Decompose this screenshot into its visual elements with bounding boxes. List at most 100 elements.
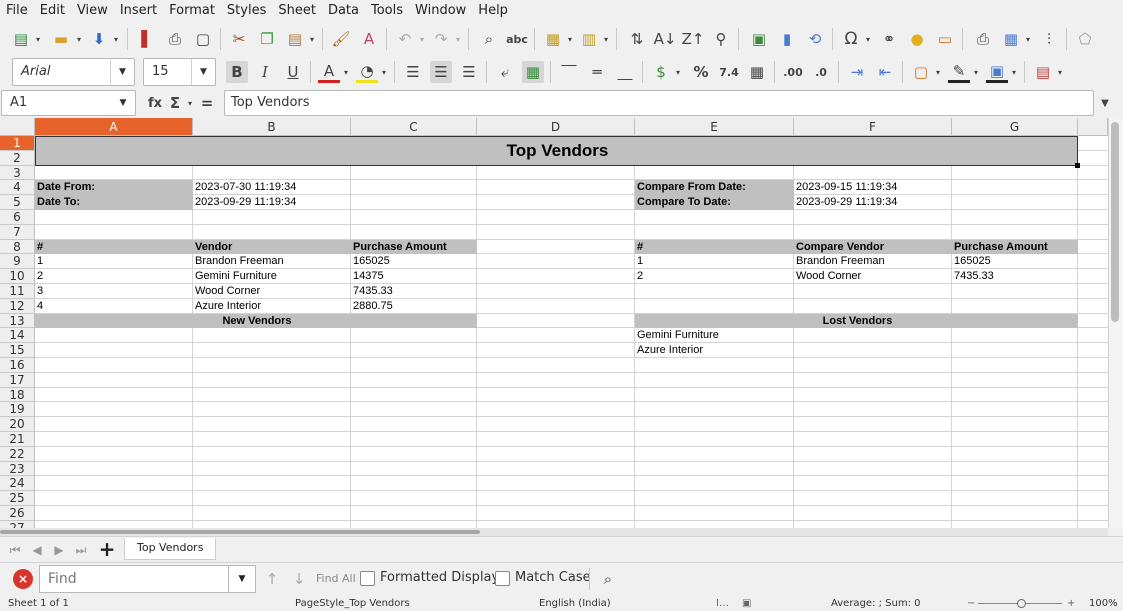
comment-icon[interactable]: ●	[906, 28, 928, 50]
clear-formatting-icon[interactable]: A	[358, 28, 380, 50]
formatted-display-checkbox[interactable]	[360, 571, 375, 586]
first-sheet-icon[interactable]: ⏮	[4, 539, 26, 561]
vertical-scroll-thumb[interactable]	[1111, 122, 1119, 322]
spelling-icon[interactable]: abc	[506, 28, 528, 50]
row-header-10[interactable]: 10	[0, 269, 35, 284]
lost-vendor-cell[interactable]: Azure Interior	[635, 343, 794, 358]
undo-dropdown-icon[interactable]: ▾	[418, 28, 426, 50]
right-table-cell[interactable]: 1	[635, 254, 794, 269]
right-table-cell[interactable]: Brandon Freeman	[794, 254, 952, 269]
find-previous-icon[interactable]: ↑	[261, 568, 283, 590]
font-color-dropdown-icon[interactable]: ▾	[342, 61, 350, 83]
column-header-a[interactable]: A	[35, 118, 193, 136]
find-next-icon[interactable]: ↓	[288, 568, 310, 590]
row-header-18[interactable]: 18	[0, 387, 35, 403]
right-table-header[interactable]: Compare Vendor	[794, 240, 952, 255]
row-header-15[interactable]: 15	[0, 343, 35, 358]
row-header-3[interactable]: 3	[0, 165, 35, 181]
row-header-4[interactable]: 4	[0, 180, 35, 196]
left-table-cell[interactable]: Gemini Furniture	[193, 269, 351, 284]
row-header-26[interactable]: 26	[0, 506, 35, 521]
row-header-2[interactable]: 2	[0, 150, 35, 166]
page-style-status[interactable]: PageStyle_Top Vendors	[295, 597, 410, 611]
expand-formula-icon[interactable]: ▼	[1094, 92, 1116, 114]
open-dropdown-icon[interactable]: ▾	[75, 28, 83, 50]
column-header-f[interactable]: F	[794, 118, 952, 136]
open-folder-icon[interactable]: ▬	[50, 28, 72, 50]
split-window-icon[interactable]: ⫶	[1038, 28, 1060, 50]
sort-icon[interactable]: ⇅	[626, 28, 648, 50]
language-status[interactable]: English (India)	[539, 597, 611, 611]
show-draw-functions-icon[interactable]: ⬠	[1074, 28, 1096, 50]
delete-decimal-icon[interactable]: .0	[810, 61, 832, 83]
add-decimal-icon[interactable]: .00	[782, 61, 804, 83]
row-dropdown-icon[interactable]: ▾	[566, 28, 574, 50]
redo-icon[interactable]: ↷	[430, 28, 452, 50]
paste-icon[interactable]: ▤	[284, 28, 306, 50]
right-table-cell[interactable]: 165025	[952, 254, 1078, 269]
column-header-e[interactable]: E	[635, 118, 794, 136]
left-table-cell[interactable]: 3	[35, 284, 193, 299]
zoom-level[interactable]: 100%	[1089, 597, 1118, 611]
menu-help[interactable]: Help	[472, 0, 514, 22]
date-from-label[interactable]: Date From:	[35, 180, 193, 195]
row-header-1[interactable]: 1	[0, 136, 35, 151]
menu-window[interactable]: Window	[409, 0, 472, 22]
compare-from-value[interactable]: 2023-09-15 11:19:34	[794, 180, 952, 195]
highlight-dropdown-icon[interactable]: ▾	[380, 61, 388, 83]
font-size-box[interactable]: 15 ▼	[143, 58, 216, 86]
font-name-box[interactable]: Arial ▼	[12, 58, 135, 86]
sort-descending-icon[interactable]: Z↑	[682, 28, 705, 50]
chevron-down-icon[interactable]: ▼	[191, 59, 215, 85]
horizontal-scroll-thumb[interactable]	[0, 530, 480, 534]
number-format-icon[interactable]: 7.4	[718, 61, 740, 83]
row-header-13[interactable]: 13	[0, 313, 35, 329]
lost-vendors-label[interactable]: Lost Vendors	[635, 314, 1078, 329]
align-top-icon[interactable]: ⎺	[558, 61, 580, 83]
sheet-title[interactable]: Top Vendors	[35, 140, 1078, 162]
conditional-format-dropdown-icon[interactable]: ▾	[1056, 61, 1064, 83]
row-header-9[interactable]: 9	[0, 254, 35, 270]
currency-dropdown-icon[interactable]: ▾	[674, 61, 682, 83]
close-find-bar-icon[interactable]: ×	[13, 569, 33, 589]
freeze-dropdown-icon[interactable]: ▾	[1024, 28, 1032, 50]
spreadsheet-grid[interactable]: A B C D E F G 1 2 3 4 5 6 7 8 9 10 11 12 13 14 15 16 17 18 19 20 21…	[0, 118, 1108, 528]
compare-to-label[interactable]: Compare To Date:	[635, 195, 794, 210]
print-preview-icon[interactable]: ▢	[192, 28, 214, 50]
insert-image-icon[interactable]: ▣	[748, 28, 770, 50]
selection-handle[interactable]	[1075, 162, 1080, 168]
menu-sheet[interactable]: Sheet	[272, 0, 322, 22]
menu-insert[interactable]: Insert	[114, 0, 163, 22]
row-header-23[interactable]: 23	[0, 461, 35, 477]
redo-dropdown-icon[interactable]: ▾	[454, 28, 462, 50]
find-input[interactable]	[39, 565, 229, 593]
row-header-11[interactable]: 11	[0, 284, 35, 299]
conditional-format-icon[interactable]: ▤	[1032, 61, 1054, 83]
sheet-tab-top-vendors[interactable]: Top Vendors	[124, 538, 217, 560]
row-header-20[interactable]: 20	[0, 417, 35, 432]
row-header-27[interactable]: 27	[0, 520, 35, 528]
select-all-corner[interactable]	[0, 118, 35, 136]
find-replace-icon[interactable]: ⌕	[478, 28, 500, 50]
increase-indent-icon[interactable]: ⇥	[846, 61, 868, 83]
left-table-cell[interactable]: 7435.33	[351, 284, 477, 299]
borders-icon[interactable]: ▢	[910, 61, 932, 83]
row-header-21[interactable]: 21	[0, 432, 35, 447]
add-sheet-icon[interactable]: +	[96, 537, 118, 561]
right-table-cell[interactable]: 2	[635, 269, 794, 284]
autofilter-icon[interactable]: ⚲	[710, 28, 732, 50]
print-icon[interactable]: ⎙	[164, 28, 186, 50]
name-box[interactable]: A1 ▼	[1, 90, 136, 116]
row-header-6[interactable]: 6	[0, 210, 35, 225]
wrap-text-icon[interactable]: ⤶	[494, 61, 516, 83]
new-document-icon[interactable]: ▤	[10, 28, 32, 50]
find-all-button[interactable]: Find All	[316, 572, 356, 585]
left-table-cell[interactable]: 165025	[351, 254, 477, 269]
row-header-24[interactable]: 24	[0, 476, 35, 492]
menu-format[interactable]: Format	[163, 0, 221, 22]
border-style-icon[interactable]: ✎	[948, 61, 970, 83]
row-header-5[interactable]: 5	[0, 195, 35, 210]
new-dropdown-icon[interactable]: ▾	[34, 28, 42, 50]
row-header-22[interactable]: 22	[0, 446, 35, 462]
freeze-rows-columns-icon[interactable]: ▦	[1000, 28, 1022, 50]
